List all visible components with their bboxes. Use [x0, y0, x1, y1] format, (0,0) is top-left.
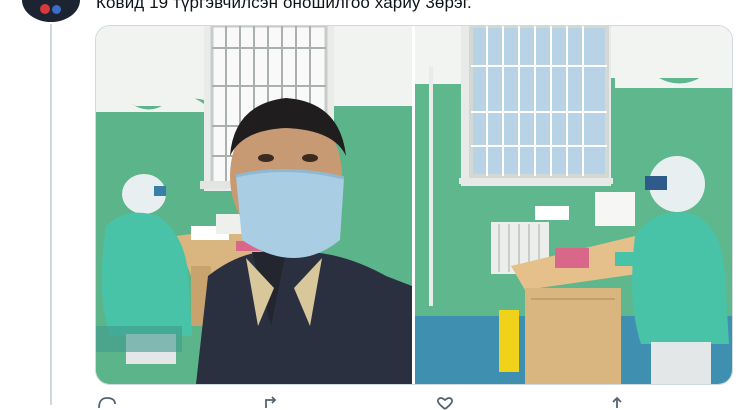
- share-button[interactable]: [607, 396, 627, 410]
- avatar-logo-blue: [52, 5, 61, 14]
- tweet-media-grid: [95, 25, 733, 385]
- retweet-icon: [265, 396, 277, 408]
- avatar-logo-red: [40, 4, 50, 14]
- profile-avatar[interactable]: [22, 0, 80, 22]
- retweet-button[interactable]: [263, 396, 283, 410]
- heart-icon: [436, 397, 454, 410]
- thread-connector-line: [50, 24, 52, 405]
- photo-selfie-image: [96, 26, 412, 384]
- share-icon: [612, 396, 622, 408]
- photo-health-worker-image: [415, 26, 732, 384]
- like-button[interactable]: [435, 396, 455, 410]
- reply-button[interactable]: [97, 396, 117, 410]
- reply-icon: [98, 397, 116, 409]
- tweet-text: Ковид 19 түргэвчилсэн оношилгоо хариу 3ө…: [96, 0, 472, 12]
- photo-health-worker[interactable]: [415, 26, 732, 384]
- photo-selfie[interactable]: [96, 26, 412, 384]
- tweet-actions: [95, 396, 695, 410]
